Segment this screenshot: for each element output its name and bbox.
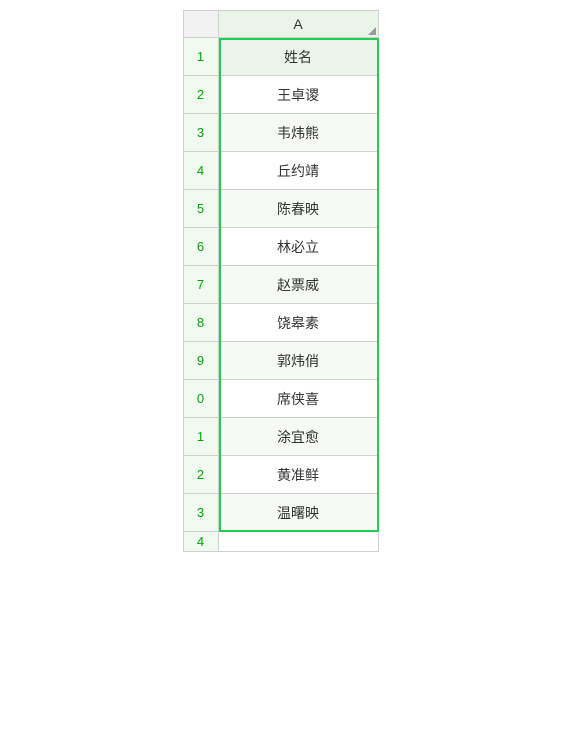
row-num-6: 6 <box>183 228 219 266</box>
cell-bottom[interactable] <box>219 532 379 552</box>
row-num-12: 2 <box>183 456 219 494</box>
cell-a2[interactable]: 王卓谡 <box>219 76 379 114</box>
cell-a1[interactable]: 姓名 <box>219 38 379 76</box>
table-row: 0 席侠喜 <box>183 380 379 418</box>
table-row: 8 饶皋素 <box>183 304 379 342</box>
table-row: 1 姓名 <box>183 38 379 76</box>
cell-a11[interactable]: 涂宜愈 <box>219 418 379 456</box>
row-num-7: 7 <box>183 266 219 304</box>
row-num-5: 5 <box>183 190 219 228</box>
cell-a10[interactable]: 席侠喜 <box>219 380 379 418</box>
table-row: 9 郭炜俏 <box>183 342 379 380</box>
row-num-3: 3 <box>183 114 219 152</box>
table-row: 5 陈春映 <box>183 190 379 228</box>
row-num-2: 2 <box>183 76 219 114</box>
header-row: A <box>183 10 379 38</box>
table-row: 4 丘约靖 <box>183 152 379 190</box>
row-num-bottom: 4 <box>183 532 219 552</box>
cell-a6[interactable]: 林必立 <box>219 228 379 266</box>
table-row: 6 林必立 <box>183 228 379 266</box>
row-num-11: 1 <box>183 418 219 456</box>
row-num-1: 1 <box>183 38 219 76</box>
column-a-header[interactable]: A <box>219 10 379 38</box>
spreadsheet: A 1 姓名 2 王卓谡 <box>183 10 379 552</box>
row-num-4: 4 <box>183 152 219 190</box>
bottom-row: 4 <box>183 532 379 552</box>
row-num-9: 9 <box>183 342 219 380</box>
table-row: 2 黄准鲜 <box>183 456 379 494</box>
cell-a13[interactable]: 温曙映 <box>219 494 379 532</box>
cell-a4[interactable]: 丘约靖 <box>219 152 379 190</box>
table-row: 3 温曙映 <box>183 494 379 532</box>
row-num-13: 3 <box>183 494 219 532</box>
column-a-label: A <box>293 16 302 32</box>
cell-a9[interactable]: 郭炜俏 <box>219 342 379 380</box>
cell-a7[interactable]: 赵票威 <box>219 266 379 304</box>
table-row: 7 赵票威 <box>183 266 379 304</box>
cell-a3[interactable]: 韦炜熊 <box>219 114 379 152</box>
corner-cell <box>183 10 219 38</box>
table-row: 3 韦炜熊 <box>183 114 379 152</box>
data-rows-container: 1 姓名 2 王卓谡 3 韦炜熊 <box>183 38 379 532</box>
table-row: 1 涂宜愈 <box>183 418 379 456</box>
table-row: 2 王卓谡 <box>183 76 379 114</box>
cell-a12[interactable]: 黄准鲜 <box>219 456 379 494</box>
cell-a8[interactable]: 饶皋素 <box>219 304 379 342</box>
cell-a5[interactable]: 陈春映 <box>219 190 379 228</box>
row-num-10: 0 <box>183 380 219 418</box>
row-num-8: 8 <box>183 304 219 342</box>
